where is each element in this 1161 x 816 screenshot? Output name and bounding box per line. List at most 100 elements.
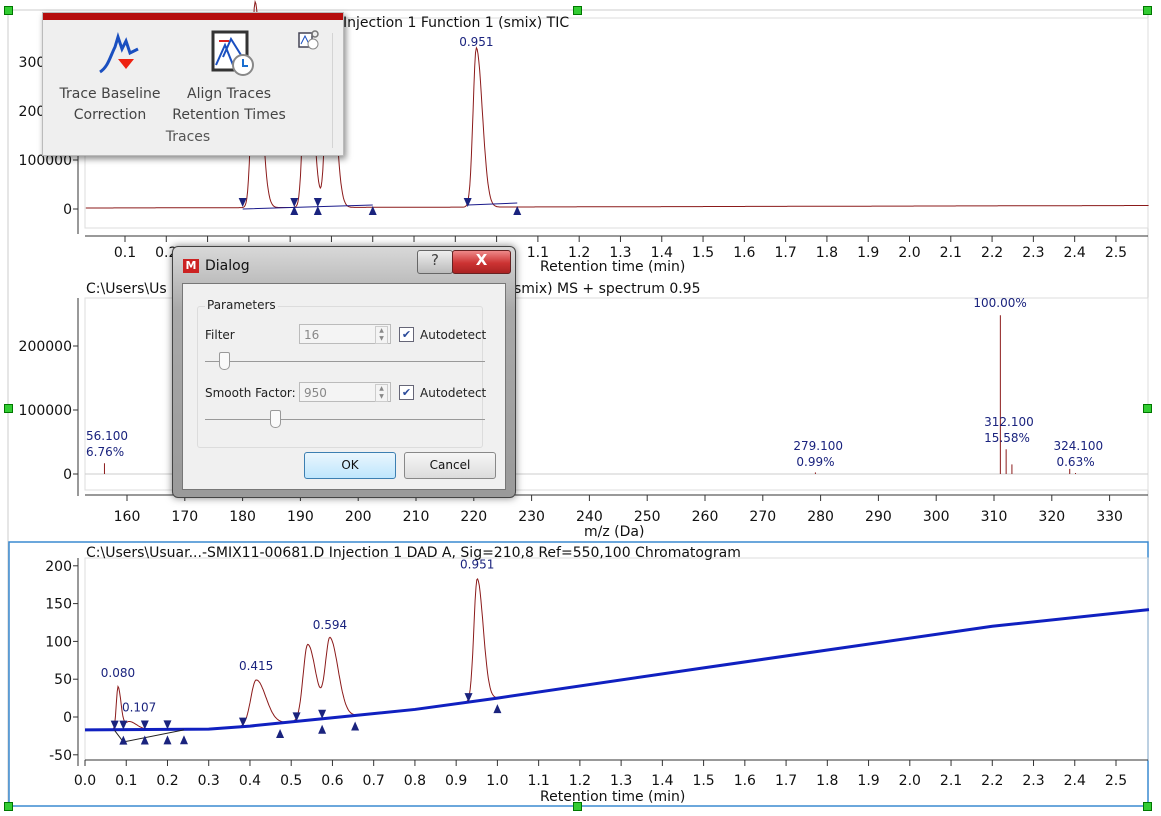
resize-handle[interactable] [4,802,13,811]
peak-start-marker [463,198,472,207]
x-tick-label: 1.8 [816,773,838,789]
dialog-title: Dialog [205,258,250,274]
x-tick-label: 2.4 [1064,773,1086,789]
app-logo-icon: M [183,259,199,273]
smooth-factor-value: 950 [304,386,327,400]
spin-arrows-icon[interactable]: ▲ ▼ [375,326,388,344]
cancel-button[interactable]: Cancel [404,452,496,479]
tic-panel-title: Injection 1 Function 1 (smix) TIC [343,15,570,31]
x-tick-label: 0.5 [280,773,302,789]
y-tick-label: 150 [45,597,72,613]
mz-label: 312.100 [984,415,1034,429]
x-tick-label: 270 [749,509,776,525]
x-tick-label: 0.2 [156,773,178,789]
button-label: Trace Baseline [59,86,161,102]
y-tick-label: 0 [63,710,72,726]
ms-x-axis-label: m/z (Da) [584,524,645,540]
x-tick-label: 0.4 [239,773,261,789]
resize-handle[interactable] [1143,404,1152,413]
x-tick-label: 2.1 [940,245,962,261]
dad-panel-title: C:\Users\Usuar...-SMIX11-00681.D Injecti… [86,545,741,561]
x-tick-label: 0.0 [74,773,96,789]
x-tick-label: 1.3 [610,773,632,789]
trace-baseline-correction-button[interactable]: Trace Baseline Correction [55,27,165,126]
x-tick-label: 1.7 [774,245,796,261]
x-tick-label: 1.4 [651,773,673,789]
dad-x-axis-label: Retention time (min) [540,789,686,805]
button-label: Correction [73,107,147,123]
x-tick-label: 2.0 [898,245,920,261]
smooth-factor-slider[interactable] [205,408,485,428]
traces-ribbon-popup: Trace Baseline Correction Align Traces R… [42,12,344,156]
peak-end-marker [313,206,322,215]
resize-handle[interactable] [573,6,582,15]
x-tick-label: 2.2 [981,773,1003,789]
x-tick-label: 1.6 [734,773,756,789]
filter-value: 16 [304,328,320,342]
parameters-group-label: Parameters [205,298,278,312]
x-tick-label: 300 [923,509,950,525]
resize-handle[interactable] [1143,6,1152,15]
slider-thumb[interactable] [269,410,281,428]
help-button[interactable]: ? [417,250,453,274]
x-tick-label: 0.7 [363,773,385,789]
x-tick-label: 2.1 [940,773,962,789]
ok-button[interactable]: OK [304,452,396,479]
y-tick-label: 0 [63,202,72,218]
x-tick-label: 2.0 [899,773,921,789]
smooth-factor-spinbox[interactable]: 950 ▲ ▼ [299,382,391,402]
filter-autodetect-checkbox[interactable]: ✔ [399,327,414,342]
x-tick-label: 1.6 [733,245,755,261]
peak-end-marker [276,729,285,739]
slider-thumb[interactable] [218,352,230,370]
baseline-correction-icon [99,32,139,74]
peak-label: 0.080 [101,666,135,680]
dialog-body: Parameters Filter 16 ▲ ▼ ✔ Autodetect Smoo… [182,283,506,490]
align-traces-retention-times-button[interactable]: Align Traces Retention Times [169,27,289,126]
filter-slider[interactable] [205,350,485,370]
x-tick-label: 2.5 [1105,773,1127,789]
x-tick-label: 2.4 [1064,245,1086,261]
resize-handle[interactable] [1143,802,1152,811]
x-tick-label: 1.9 [857,773,879,789]
align-settings-button[interactable] [297,29,319,51]
x-tick-label: 200 [345,509,372,525]
resize-handle[interactable] [4,404,13,413]
intensity-pct-label: 15.58% [984,431,1030,445]
x-tick-label: 230 [518,509,545,525]
x-tick-label: 0.9 [445,773,467,789]
x-tick-label: 160 [114,509,141,525]
align-traces-icon [211,30,254,76]
spin-arrows-icon[interactable]: ▲ ▼ [375,384,388,402]
x-tick-label: 1.7 [775,773,797,789]
x-tick-label: 2.3 [1022,773,1044,789]
peak-end-marker [179,735,188,745]
filter-label: Filter [205,328,235,342]
y-tick-label: 200 [45,559,72,575]
x-tick-label: 1.5 [692,245,714,261]
x-tick-label: 0.8 [404,773,426,789]
x-tick-label: 190 [287,509,314,525]
x-tick-label: 290 [865,509,892,525]
resize-handle[interactable] [573,802,582,811]
x-tick-label: 1.0 [486,773,508,789]
filter-spinbox[interactable]: 16 ▲ ▼ [299,324,391,344]
x-tick-label: 1.2 [569,773,591,789]
close-button[interactable]: X [452,250,511,274]
mz-label: 279.100 [793,439,843,453]
x-tick-label: 220 [460,509,487,525]
dad-trace [84,577,1150,731]
x-tick-label: 1.5 [692,773,714,789]
peak-end-marker [351,721,360,731]
x-tick-label: 0.3 [198,773,220,789]
resize-handle[interactable] [4,6,13,15]
smooth-autodetect-checkbox[interactable]: ✔ [399,385,414,400]
x-tick-label: 250 [634,509,661,525]
y-tick-label: -50 [49,748,72,764]
x-tick-label: 0.1 [114,245,136,261]
ms-panel-title-right: smix) MS + spectrum 0.95 [514,281,701,297]
x-tick-label: 2.5 [1105,245,1127,261]
filter-autodetect-label: Autodetect [420,328,487,342]
intensity-pct-label: 6.76% [86,445,124,459]
y-tick-label: 50 [54,672,72,688]
